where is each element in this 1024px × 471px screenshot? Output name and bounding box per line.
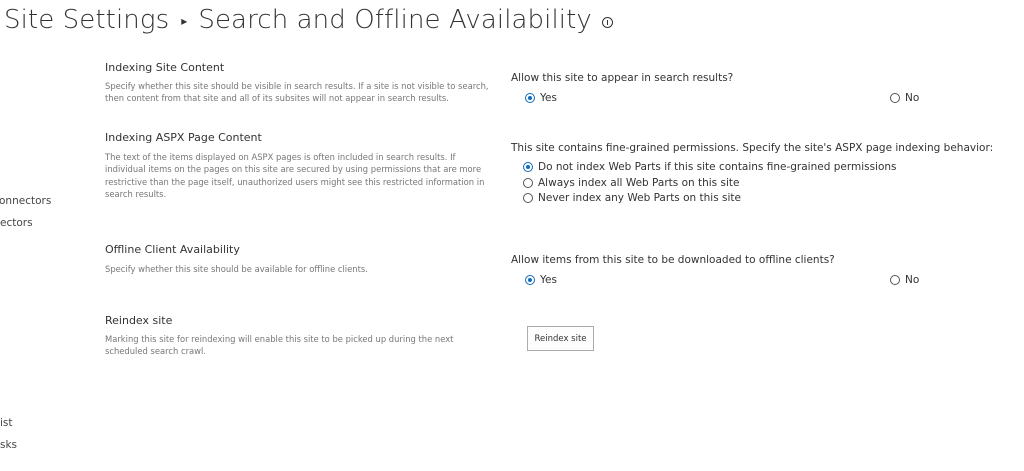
reindex-heading: Reindex site xyxy=(105,314,173,327)
page-title-text: Search and Offline Availability xyxy=(198,5,592,35)
radio-selected-icon[interactable] xyxy=(525,93,535,103)
aspx-do-not-index-radio[interactable]: Do not index Web Parts if this site cont… xyxy=(523,161,897,173)
info-icon[interactable] xyxy=(601,16,613,28)
aspx-always-index-radio[interactable]: Always index all Web Parts on this site xyxy=(523,177,739,189)
radio-unselected-icon[interactable] xyxy=(890,275,900,285)
search-visibility-question: Allow this site to appear in search resu… xyxy=(511,72,734,84)
left-nav-item[interactable]: sks xyxy=(0,439,17,451)
radio-label: Never index any Web Parts on this site xyxy=(538,192,741,204)
indexing-site-content-description: Specify whether this site should be visi… xyxy=(105,81,489,104)
indexing-site-content-heading: Indexing Site Content xyxy=(105,61,225,74)
page-title: Site Settings ▸ Search and Offline Avail… xyxy=(4,2,613,38)
radio-label: Yes xyxy=(540,274,557,286)
radio-label: Do not index Web Parts if this site cont… xyxy=(538,161,897,173)
offline-client-question: Allow items from this site to be downloa… xyxy=(511,254,835,266)
aspx-never-index-radio[interactable]: Never index any Web Parts on this site xyxy=(523,192,741,204)
search-visibility-yes-radio[interactable]: Yes xyxy=(525,92,557,104)
radio-unselected-icon[interactable] xyxy=(523,178,533,188)
radio-unselected-icon[interactable] xyxy=(890,93,900,103)
radio-label: No xyxy=(905,92,920,104)
left-nav-item[interactable]: ist xyxy=(0,417,13,429)
left-nav-item[interactable]: ectors xyxy=(0,217,33,229)
search-visibility-no-radio[interactable]: No xyxy=(890,92,919,104)
indexing-aspx-description: The text of the items displayed on ASPX … xyxy=(105,152,485,200)
radio-unselected-icon[interactable] xyxy=(523,193,533,203)
reindex-description: Marking this site for reindexing will en… xyxy=(105,334,454,357)
left-nav-item[interactable]: onnectors xyxy=(0,195,51,207)
radio-selected-icon[interactable] xyxy=(525,275,535,285)
radio-label: Always index all Web Parts on this site xyxy=(538,177,740,189)
breadcrumb-site-settings[interactable]: Site Settings xyxy=(4,5,169,35)
reindex-site-button[interactable]: Reindex site xyxy=(527,326,594,351)
radio-label: Yes xyxy=(540,92,557,104)
page: Site Settings ▸ Search and Offline Avail… xyxy=(0,0,1024,471)
offline-client-description: Specify whether this site should be avai… xyxy=(105,264,368,274)
indexing-aspx-heading: Indexing ASPX Page Content xyxy=(105,131,262,144)
offline-client-heading: Offline Client Availability xyxy=(105,243,240,256)
offline-client-no-radio[interactable]: No xyxy=(890,274,919,286)
aspx-indexing-question: This site contains fine-grained permissi… xyxy=(511,142,994,154)
breadcrumb-separator-icon: ▸ xyxy=(181,14,188,28)
radio-label: No xyxy=(905,274,920,286)
offline-client-yes-radio[interactable]: Yes xyxy=(525,274,557,286)
radio-selected-icon[interactable] xyxy=(523,162,533,172)
